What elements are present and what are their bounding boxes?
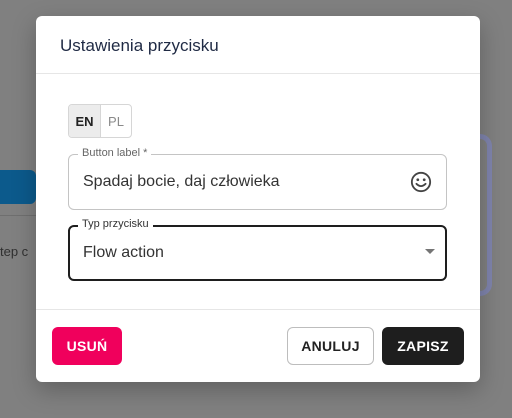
save-button[interactable]: ZAPISZ — [382, 327, 464, 365]
background-text: tep c — [0, 244, 29, 259]
button-label-input[interactable]: Spadaj bocie, daj człowieka — [83, 173, 280, 191]
title-divider — [36, 73, 480, 74]
language-toggle: EN PL — [68, 104, 132, 138]
button-label-field[interactable]: Button label * Spadaj bocie, daj człowie… — [68, 147, 447, 210]
background-button — [0, 170, 36, 204]
footer-divider — [36, 309, 480, 310]
language-option-pl[interactable]: PL — [100, 105, 131, 137]
button-label-field-label: Button label * — [78, 147, 152, 159]
button-type-field-label: Typ przycisku — [78, 218, 153, 230]
language-option-en[interactable]: EN — [69, 105, 100, 137]
background-divider — [0, 215, 36, 216]
button-type-value: Flow action — [83, 244, 164, 261]
cancel-button[interactable]: ANULUJ — [287, 327, 374, 365]
delete-button[interactable]: USUŃ — [52, 327, 122, 365]
button-settings-dialog: Ustawienia przycisku EN PL Button label … — [36, 16, 480, 382]
dialog-title: Ustawienia przycisku — [60, 36, 219, 55]
button-type-select[interactable]: Typ przycisku Flow action — [68, 218, 447, 281]
dropdown-arrow-icon[interactable] — [425, 249, 435, 254]
emoji-smile-icon[interactable] — [410, 171, 432, 193]
